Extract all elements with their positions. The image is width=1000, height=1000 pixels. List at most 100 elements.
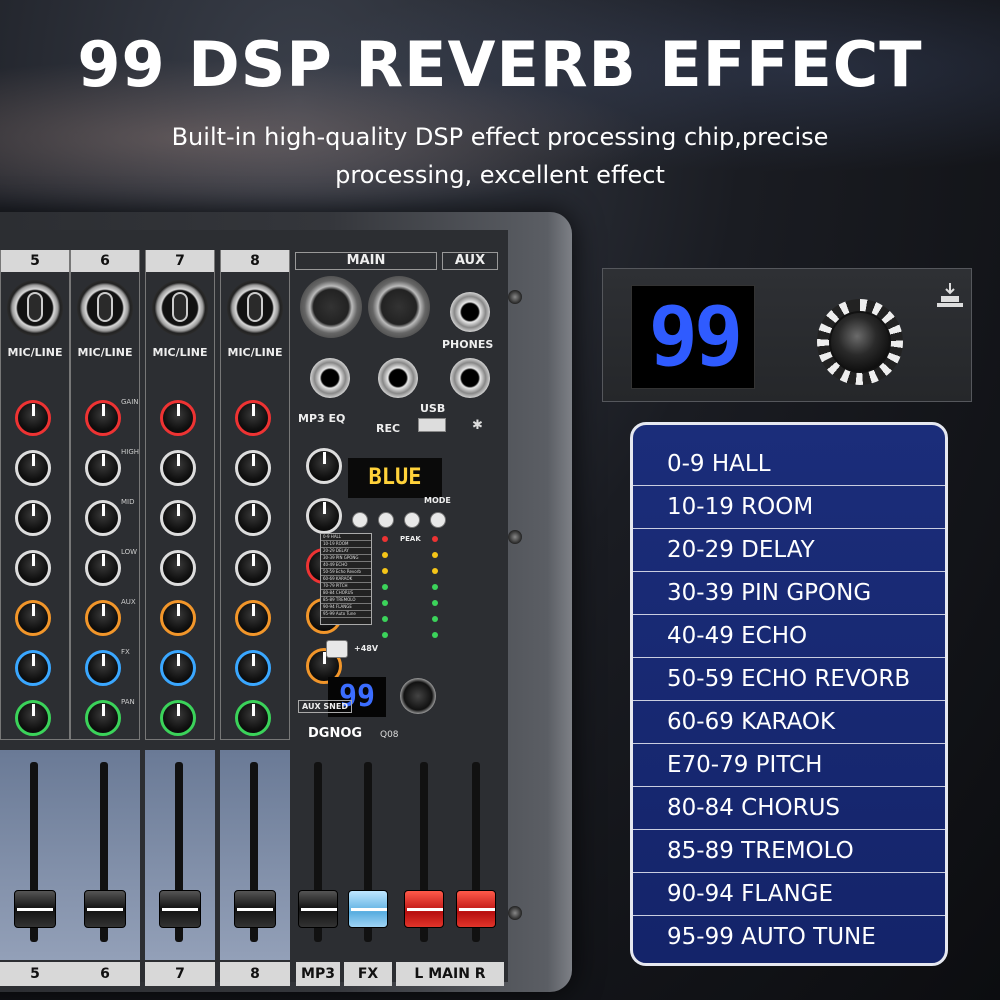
- meter-led: [382, 616, 388, 622]
- low-eq-knob[interactable]: [85, 550, 121, 586]
- peak-led-left: [382, 536, 388, 542]
- mid-eq-knob[interactable]: [235, 500, 271, 536]
- aux-out-jack[interactable]: [450, 292, 490, 332]
- mp3-fader[interactable]: [298, 890, 338, 928]
- fx-send-knob[interactable]: [85, 650, 121, 686]
- peak-label: PEAK: [400, 535, 421, 543]
- mini-list-item: 30-39 PIN GPONG: [321, 555, 371, 562]
- subheadline-line-2: processing, excellent effect: [335, 161, 665, 189]
- mini-list-item: 0-9 HALL: [321, 534, 371, 541]
- mid-eq-knob[interactable]: [15, 500, 51, 536]
- effect-list-item: 50-59 ECHO REVORB: [633, 658, 945, 701]
- high-eq-knob[interactable]: [160, 450, 196, 486]
- main-out-right-xlr[interactable]: [368, 276, 430, 338]
- channel-fader[interactable]: [234, 890, 276, 928]
- high-eq-knob[interactable]: [85, 450, 121, 486]
- fader-label: FX: [344, 962, 392, 986]
- fader-label: 5: [0, 962, 70, 986]
- gain-knob[interactable]: [85, 400, 121, 436]
- meter-led: [432, 552, 438, 558]
- meter-led: [382, 584, 388, 590]
- fader-panel-7: [145, 750, 215, 960]
- mp3-eq-high-knob[interactable]: [306, 448, 342, 484]
- channel-number: 8: [221, 250, 289, 272]
- mixer-console: 5 MIC/LINE 6 MIC/LINE GAIN HIGH MID LOW …: [0, 212, 572, 992]
- main-section-label: MAIN: [295, 252, 437, 270]
- combo-input-jack[interactable]: [7, 280, 63, 336]
- low-eq-knob[interactable]: [15, 550, 51, 586]
- mini-list-item: 70-79 PITCH: [321, 583, 371, 590]
- phones-jack[interactable]: [450, 358, 490, 398]
- mid-eq-knob[interactable]: [85, 500, 121, 536]
- mp3-eq-low-knob[interactable]: [306, 498, 342, 534]
- prev-track-button[interactable]: [352, 512, 368, 528]
- aux-send-knob[interactable]: [15, 600, 51, 636]
- mp3-lcd-display: BLUE: [348, 458, 442, 498]
- next-track-button[interactable]: [404, 512, 420, 528]
- high-eq-knob[interactable]: [235, 450, 271, 486]
- meter-led: [432, 632, 438, 638]
- aux-send-knob[interactable]: [235, 600, 271, 636]
- mode-button[interactable]: [430, 512, 446, 528]
- fx-send-knob[interactable]: [15, 650, 51, 686]
- knob-tag-aux: AUX: [121, 598, 136, 606]
- encoder-knob[interactable]: [829, 311, 891, 373]
- low-eq-knob[interactable]: [235, 550, 271, 586]
- combo-input-jack[interactable]: [152, 280, 208, 336]
- knob-tag-gain: GAIN: [121, 398, 139, 406]
- mid-eq-knob[interactable]: [160, 500, 196, 536]
- main-out-right-jack[interactable]: [378, 358, 418, 398]
- channel-fader[interactable]: [159, 890, 201, 928]
- fx-fader[interactable]: [348, 890, 388, 928]
- aux-send-label: AUX SNED: [298, 700, 352, 713]
- main-out-left-jack[interactable]: [310, 358, 350, 398]
- knob-tag-mid: MID: [121, 498, 135, 506]
- aux-send-knob[interactable]: [85, 600, 121, 636]
- mode-label: MODE: [424, 496, 451, 505]
- fx-send-knob[interactable]: [235, 650, 271, 686]
- mini-list-item: 85-89 TREMOLO: [321, 597, 371, 604]
- fader-label: L MAIN R: [396, 962, 504, 986]
- phantom-power-button[interactable]: [326, 640, 348, 658]
- pan-knob[interactable]: [15, 700, 51, 736]
- low-eq-knob[interactable]: [160, 550, 196, 586]
- effect-list: 0-9 HALL 10-19 ROOM 20-29 DELAY 30-39 PI…: [630, 422, 948, 966]
- fader-label: 7: [145, 962, 215, 986]
- fx-send-knob[interactable]: [160, 650, 196, 686]
- effect-select-encoder[interactable]: [817, 299, 903, 385]
- pan-knob[interactable]: [160, 700, 196, 736]
- channel-fader[interactable]: [84, 890, 126, 928]
- mini-list-item: 80-84 CHORUS: [321, 590, 371, 597]
- effect-list-item: 85-89 TREMOLO: [633, 830, 945, 873]
- main-left-fader[interactable]: [404, 890, 444, 928]
- meter-led: [432, 568, 438, 574]
- effect-list-item: E70-79 PITCH: [633, 744, 945, 787]
- aux-send-knob[interactable]: [160, 600, 196, 636]
- high-eq-knob[interactable]: [15, 450, 51, 486]
- play-pause-button[interactable]: [378, 512, 394, 528]
- bluetooth-icon: ✱: [472, 418, 483, 433]
- pan-knob[interactable]: [235, 700, 271, 736]
- channel-strip-6: 6 MIC/LINE GAIN HIGH MID LOW AUX FX PAN: [70, 250, 140, 740]
- main-right-fader[interactable]: [456, 890, 496, 928]
- subheadline: Built-in high-quality DSP effect process…: [0, 118, 1000, 194]
- input-label: MIC/LINE: [227, 346, 283, 359]
- effect-select-encoder-mini[interactable]: [400, 678, 436, 714]
- main-out-left-xlr[interactable]: [300, 276, 362, 338]
- gain-knob[interactable]: [15, 400, 51, 436]
- input-label: MIC/LINE: [77, 346, 133, 359]
- channel-fader[interactable]: [14, 890, 56, 928]
- effect-list-item: 10-19 ROOM: [633, 486, 945, 529]
- meter-led: [432, 584, 438, 590]
- channel-strip-7: 7 MIC/LINE: [145, 250, 215, 740]
- brand-logo: DGNOG: [308, 726, 363, 741]
- pan-knob[interactable]: [85, 700, 121, 736]
- gain-knob[interactable]: [160, 400, 196, 436]
- meter-led: [382, 600, 388, 606]
- fader-label: 8: [220, 962, 290, 986]
- combo-input-jack[interactable]: [77, 280, 133, 336]
- combo-input-jack[interactable]: [227, 280, 283, 336]
- meter-led: [382, 568, 388, 574]
- usb-port[interactable]: [418, 418, 446, 432]
- gain-knob[interactable]: [235, 400, 271, 436]
